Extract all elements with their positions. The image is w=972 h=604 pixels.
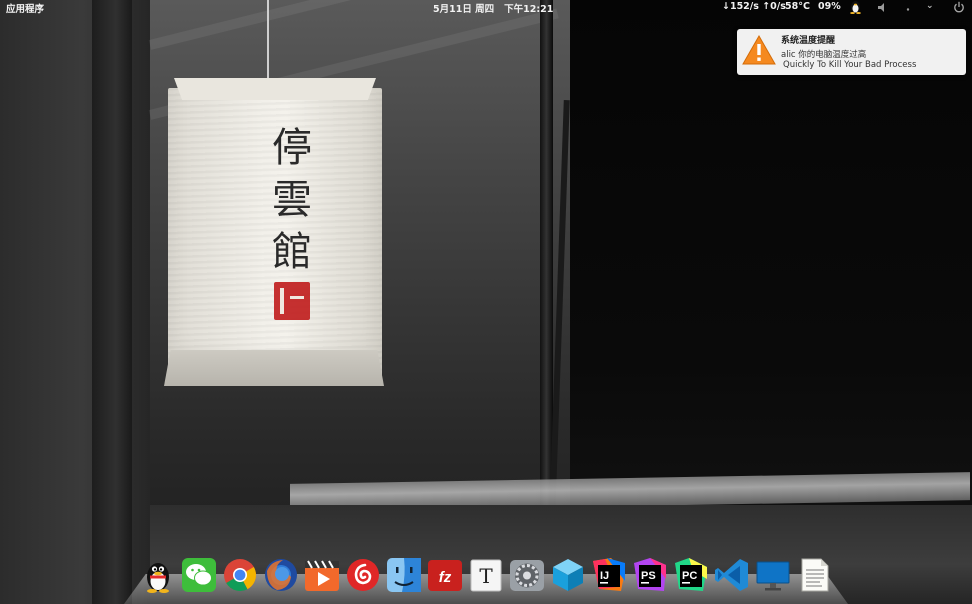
clock-date: 5月11日 周四 (433, 4, 495, 15)
network-wifi-icon[interactable] (904, 3, 912, 14)
notification-title: 系统温度提醒 (781, 36, 836, 46)
typora-label: T (479, 564, 493, 588)
vscode-icon (715, 559, 748, 591)
phpstorm-icon: PS (634, 558, 666, 591)
dock-item-video-player[interactable] (304, 557, 340, 593)
dock-item-finder[interactable] (386, 557, 422, 593)
dock-item-pycharm[interactable]: PC (673, 557, 709, 593)
chrome-icon (224, 559, 256, 591)
dock-item-typora[interactable]: T (468, 557, 504, 593)
dock-item-display[interactable] (755, 557, 791, 593)
temperature-notification[interactable]: 系统温度提醒 alic 你的电脑温度过高 Quickly To Kill You… (737, 29, 966, 75)
dock-item-settings[interactable] (509, 557, 545, 593)
top-panel: 应用程序 5月11日 周四 下午12:21 ↓152/s ↑0/s 58°C 09… (0, 0, 972, 16)
lantern-bottom (164, 350, 384, 386)
document-icon (801, 558, 829, 592)
phpstorm-label: PS (641, 570, 656, 582)
desktop-wallpaper: 停 雲 館 (0, 0, 972, 604)
dock-item-filezilla[interactable]: fz (427, 557, 463, 593)
warning-icon (742, 34, 776, 66)
wall-column (92, 0, 132, 604)
lantern-calligraphy: 停 雲 館 (262, 122, 322, 278)
clock[interactable]: 5月11日 周四 下午12:21 (433, 1, 553, 15)
clock-time: 下午12:21 (504, 4, 554, 15)
volume-icon[interactable] (878, 3, 888, 15)
lantern-char: 停 (272, 125, 312, 171)
filezilla-label: fz (439, 569, 452, 586)
pycharm-icon: PC (675, 558, 707, 591)
dock-item-wechat[interactable] (181, 557, 217, 593)
dock-item-virtualbox[interactable] (550, 557, 586, 593)
lantern-char: 館 (272, 229, 312, 275)
intellij-label: IJ (600, 570, 609, 582)
cube-icon (553, 559, 583, 591)
chevron-down-icon[interactable]: ⌄ (926, 1, 934, 11)
lantern-char: 雲 (272, 177, 312, 223)
dock-item-firefox[interactable] (263, 557, 299, 593)
cpu-temperature: 58°C (785, 1, 810, 12)
cpu-usage: 09% (818, 1, 841, 12)
dock-item-vscode[interactable] (714, 557, 750, 593)
tux-icon[interactable] (849, 0, 862, 14)
dock-item-intellij[interactable]: IJ (591, 557, 627, 593)
dock-item-qq[interactable] (140, 557, 176, 593)
settings-gear-icon (510, 560, 544, 591)
notification-body-detail: Quickly To Kill Your Bad Process (783, 60, 917, 70)
dock-item-phpstorm[interactable]: PS (632, 557, 668, 593)
network-speed: ↓152/s ↑0/s (722, 1, 786, 12)
qq-penguin-icon (147, 563, 169, 593)
pycharm-label: PC (682, 570, 697, 582)
red-seal-stamp (274, 282, 310, 320)
dock-item-chrome[interactable] (222, 557, 258, 593)
dock-item-netease-music[interactable] (345, 557, 381, 593)
applications-menu[interactable]: 应用程序 (6, 1, 44, 15)
netease-music-icon (347, 559, 379, 591)
firefox-icon (265, 559, 297, 591)
notification-body: alic 你的电脑温度过高 (781, 50, 867, 60)
finder-icon (387, 558, 421, 592)
dock-item-text-editor[interactable] (796, 557, 832, 593)
wechat-icon (182, 558, 216, 592)
typora-icon: T (470, 559, 502, 592)
filezilla-icon: fz (428, 560, 462, 591)
paper-lantern: 停 雲 館 (164, 78, 384, 386)
monitor-icon (756, 561, 790, 591)
video-player-icon (305, 560, 339, 591)
lantern-top (174, 78, 376, 100)
power-icon[interactable] (953, 1, 965, 16)
intellij-icon: IJ (593, 558, 625, 591)
